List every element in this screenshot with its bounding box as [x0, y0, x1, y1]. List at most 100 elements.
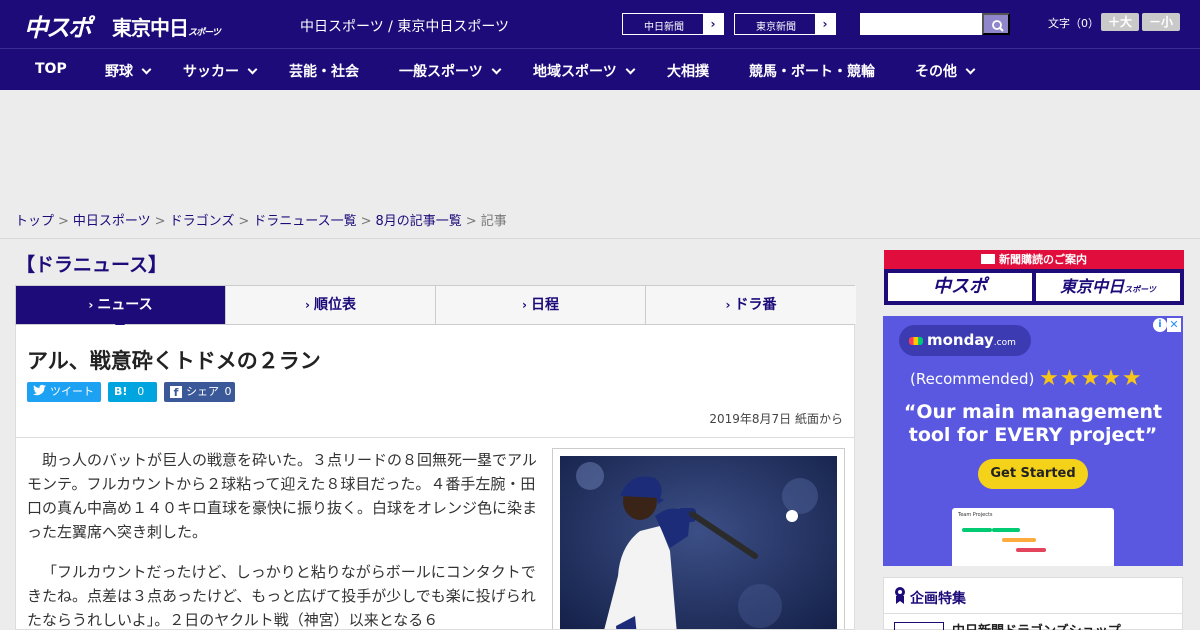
subscribe-chuspo-logo[interactable]: 中スポ	[888, 273, 1032, 301]
featured-item-dragons-shop[interactable]: 中日新聞ドラゴンズショップ	[952, 620, 1121, 630]
ad-close-icon[interactable]: ✕	[1167, 318, 1181, 332]
tokyo-shimbun-link[interactable]: 東京新聞 ›	[734, 13, 836, 35]
featured-topics-title: 企画特集	[910, 591, 966, 607]
chevron-right-icon: ›	[815, 14, 835, 34]
top-ad-space	[0, 90, 1200, 200]
chevron-down-icon	[965, 64, 976, 75]
tweet-label: ツイート	[50, 385, 94, 398]
nav-item-sumo[interactable]: 大相撲	[667, 61, 709, 81]
get-started-button[interactable]: Get Started	[978, 459, 1088, 489]
nav-label: 地域スポーツ	[533, 64, 617, 80]
chuspo-logo[interactable]: 中スポ	[24, 8, 92, 43]
search-input[interactable]	[860, 13, 982, 35]
nav-label: その他	[915, 64, 957, 80]
breadcrumb-link-top[interactable]: トップ	[15, 214, 54, 229]
rating-stars: ★★★★★	[1039, 366, 1143, 391]
sidebar-ad[interactable]: i ✕ monday.com (Recommended) ★★★★★ “Our …	[883, 316, 1183, 566]
chevron-right-icon: ›	[522, 298, 527, 312]
ad-brand-suffix: .com	[993, 338, 1016, 348]
nav-item-local-sports[interactable]: 地域スポーツ	[533, 61, 636, 81]
nav-item-top[interactable]: TOP	[35, 61, 67, 77]
breadcrumb: トップ > 中日スポーツ > ドラゴンズ > ドラニュース一覧 >8月の記事一覧 > 記事	[15, 210, 507, 229]
nav-label: 一般スポーツ	[399, 64, 483, 80]
nav-item-entertainment[interactable]: 芸能・社会	[289, 61, 359, 81]
article-photo-frame	[552, 448, 845, 629]
subscribe-tokyo-text: 東京中日	[1060, 277, 1125, 296]
font-bigger-button[interactable]: ＋大	[1101, 13, 1139, 31]
breadcrumb-separator: >	[360, 214, 372, 229]
monday-logo-icon	[909, 337, 923, 345]
chunichi-shimbun-link[interactable]: 中日新聞 ›	[622, 13, 724, 35]
tokyo-logo-text: 東京中日	[112, 16, 189, 40]
dragons-tabs: › ニュース › 順位表 › 日程 › ドラ番	[15, 285, 856, 325]
tab-news[interactable]: › ニュース	[16, 286, 226, 324]
article-paragraph: 助っ人のバットが巨人の戦意を砕いた。３点リードの８回無死一塁でアルモンテ。フルカ…	[27, 451, 538, 541]
tab-reporter[interactable]: › ドラ番	[646, 286, 856, 324]
nav-item-soccer[interactable]: サッカー	[183, 61, 258, 81]
font-size-label: 文字（0）	[1048, 17, 1099, 30]
nav-item-racing[interactable]: 競馬・ボート・競輪	[749, 61, 875, 81]
paper-link-label: 東京新聞	[756, 22, 796, 33]
tokyo-logo-sub: スポーツ	[188, 28, 221, 38]
nav-label: 大相撲	[667, 64, 709, 80]
nav-label: 競馬・ボート・競輪	[749, 64, 875, 80]
breadcrumb-link-dragons[interactable]: ドラゴンズ	[170, 214, 235, 229]
subscription-heading: 新聞購読のご案内	[884, 250, 1184, 269]
breadcrumb-link-august-articles[interactable]: 8月の記事一覧	[376, 214, 462, 229]
subscription-banner[interactable]: 新聞購読のご案内 中スポ 東京中日スポーツ	[884, 250, 1184, 305]
divider	[884, 613, 1182, 614]
breadcrumb-link-chunichi-sports[interactable]: 中日スポーツ	[73, 214, 151, 229]
tokyo-chunichi-logo[interactable]: 東京中日スポーツ	[112, 12, 221, 41]
chevron-down-icon	[141, 64, 152, 75]
tweet-button[interactable]: ツイート	[27, 382, 101, 402]
tab-standings[interactable]: › 順位表	[226, 286, 436, 324]
facebook-icon: f	[170, 386, 182, 399]
nav-label: 芸能・社会	[289, 64, 359, 80]
breadcrumb-separator: >	[58, 214, 69, 229]
chevron-right-icon: ›	[703, 14, 723, 34]
ad-info-icon[interactable]: i	[1153, 318, 1167, 332]
article-body: 助っ人のバットが巨人の戦意を砕いた。３点リードの８回無死一塁でアルモンテ。フルカ…	[15, 438, 855, 630]
chevron-down-icon	[625, 64, 636, 75]
nav-item-baseball[interactable]: 野球	[105, 61, 152, 81]
font-smaller-button[interactable]: －小	[1142, 13, 1180, 31]
ad-brand-name: monday	[927, 331, 994, 349]
article-photo[interactable]	[560, 456, 837, 629]
hatena-bookmark-button[interactable]: B! 0	[108, 382, 157, 402]
divider	[0, 238, 1200, 239]
tab-label: ドラ番	[734, 297, 777, 313]
featured-topics: 企画特集 中日新聞ドラゴンズショップ	[883, 577, 1183, 630]
breadcrumb-separator: >	[238, 214, 250, 229]
breadcrumb-current: 記事	[480, 214, 507, 229]
chevron-down-icon	[491, 64, 502, 75]
ribbon-icon	[895, 587, 905, 604]
hatena-icon: B!	[114, 385, 128, 398]
breadcrumb-separator: >	[154, 214, 166, 229]
breadcrumb-separator: >	[465, 214, 477, 229]
subscribe-tokyo-logo[interactable]: 東京中日スポーツ	[1036, 273, 1180, 301]
chevron-right-icon: ›	[725, 298, 731, 312]
facebook-share-button[interactable]: f シェア 0	[164, 382, 235, 402]
ad-recommended: (Recommended)	[910, 370, 1035, 388]
breadcrumb-link-dra-news-list[interactable]: ドラニュース一覧	[253, 214, 356, 229]
nav-label: TOP	[35, 61, 67, 77]
nav-item-general-sports[interactable]: 一般スポーツ	[399, 61, 502, 81]
search-button[interactable]	[982, 13, 1010, 35]
tab-schedule[interactable]: › 日程	[436, 286, 646, 324]
ad-quote: “Our main management tool for EVERY proj…	[903, 401, 1163, 446]
subscription-heading-text: 新聞購読のご案内	[999, 253, 1087, 266]
subscribe-tokyo-sub: スポーツ	[1124, 285, 1156, 294]
nav-label: 野球	[105, 64, 133, 80]
article-header: アル、戦意砕くトドメの２ラン ツイート B! 0 f シェア 0 2019年8月7…	[15, 325, 855, 438]
site-title: 中日スポーツ / 東京中日スポーツ	[300, 19, 510, 35]
facebook-share-label: シェア	[186, 385, 219, 398]
batter-photo-illustration	[560, 456, 837, 629]
chevron-right-icon: ›	[88, 298, 94, 312]
tab-label: 順位表	[313, 297, 356, 313]
chevron-down-icon	[247, 64, 258, 75]
dragons-shop-thumbnail[interactable]	[894, 622, 944, 630]
newspaper-icon	[981, 254, 995, 264]
site-header: 中スポ 東京中日スポーツ 中日スポーツ / 東京中日スポーツ 中日新聞 › 東京…	[0, 0, 1200, 48]
nav-item-other[interactable]: その他	[915, 61, 976, 81]
ad-brand-logo: monday.com	[899, 325, 1031, 356]
